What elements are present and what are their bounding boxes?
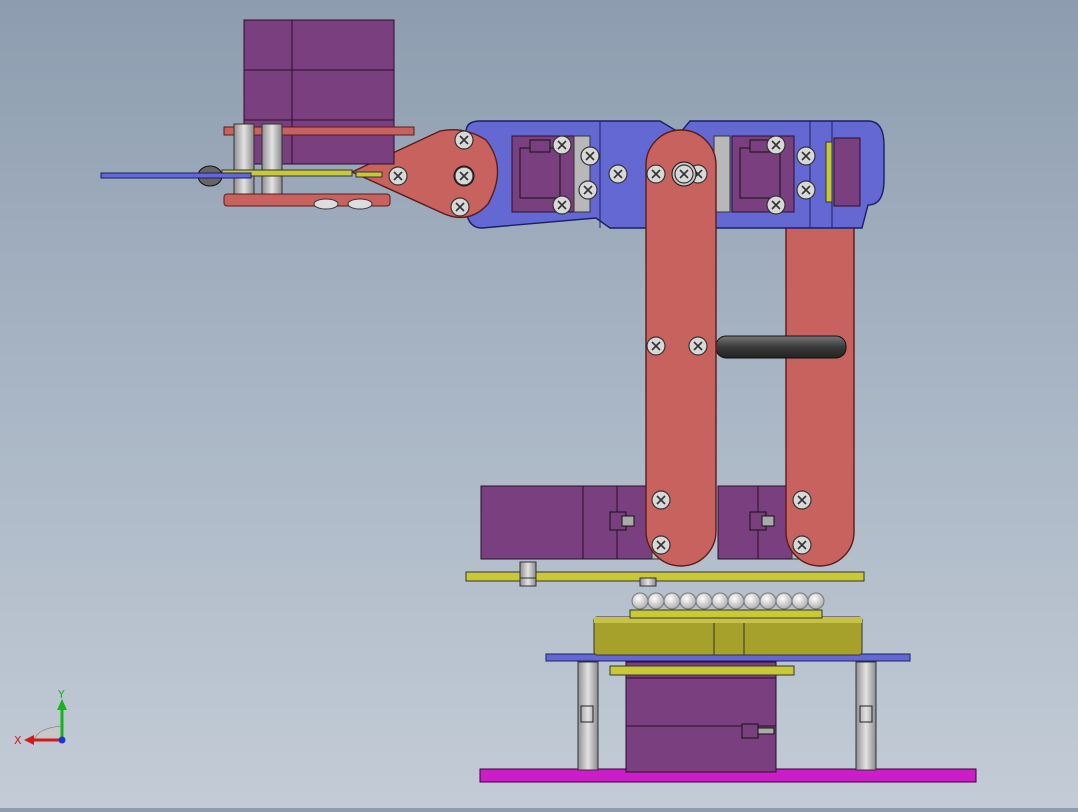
axis-triad: Y X xyxy=(14,688,67,747)
bearing-ball xyxy=(711,592,729,610)
connecting-rod[interactable] xyxy=(715,335,847,359)
bearing-ball xyxy=(631,592,649,610)
bearing-ball xyxy=(791,592,809,610)
shoulder-servo-left[interactable] xyxy=(480,485,675,560)
bearing-ball xyxy=(679,592,697,610)
bearing-ball xyxy=(807,592,825,610)
base-standoff-right[interactable] xyxy=(855,661,877,771)
base-turntable-housing[interactable] xyxy=(593,616,863,656)
bearing-ball xyxy=(727,592,745,610)
base-assembly[interactable] xyxy=(465,561,977,783)
elbow-servo-left[interactable] xyxy=(511,135,591,213)
gripper-finger[interactable] xyxy=(100,172,252,179)
base-spacer-yellow[interactable] xyxy=(609,665,795,676)
bearing-ball xyxy=(759,592,777,610)
bearing-ball xyxy=(663,592,681,610)
bearing-ball xyxy=(743,592,761,610)
bearing-ball xyxy=(695,592,713,610)
z-axis-dot xyxy=(58,736,66,744)
parallel-link-rear[interactable] xyxy=(785,189,855,567)
cad-viewport[interactable] xyxy=(0,0,1078,808)
y-axis-label: Y xyxy=(57,688,65,701)
bearing-ball xyxy=(647,592,665,610)
base-servo[interactable] xyxy=(625,661,777,773)
ball-bearing[interactable] xyxy=(631,592,825,610)
bearing-ball xyxy=(775,592,793,610)
wrist-servo-cap[interactable] xyxy=(833,137,861,207)
x-axis-label: X xyxy=(14,734,22,747)
